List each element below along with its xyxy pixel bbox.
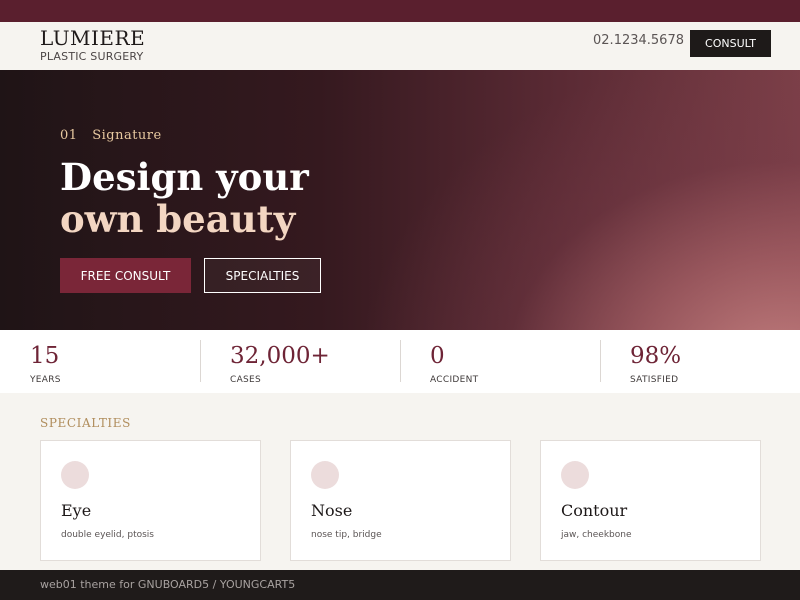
contour-icon	[561, 461, 589, 489]
site-footer: web01 theme for GNUBOARD5 / YOUNGCART5	[0, 570, 800, 600]
card-description: double eyelid, ptosis	[61, 530, 154, 540]
hero-eyebrow-number: 01	[60, 128, 78, 143]
top-accent-bar	[0, 0, 800, 22]
stat-label: SATISFIED	[630, 375, 679, 385]
stat-satisfied: 98% SATISFIED	[600, 340, 800, 385]
nose-icon	[311, 461, 339, 489]
stat-label: CASES	[230, 375, 262, 385]
eye-icon	[61, 461, 89, 489]
brand-logo[interactable]: LUMIERE	[40, 26, 145, 50]
stat-accident: 0 ACCIDENT	[400, 340, 600, 385]
stat-value: 98%	[630, 343, 682, 369]
phone-number[interactable]: 02.1234.5678	[593, 33, 684, 48]
card-title: Nose	[311, 501, 353, 520]
stat-cases: 32,000+ CASES	[200, 340, 400, 385]
specialties-button[interactable]: SPECIALTIES	[204, 258, 321, 293]
site-header: LUMIERE PLASTIC SURGERY 02.1234.5678 CON…	[0, 22, 800, 70]
brand-subtitle: PLASTIC SURGERY	[40, 50, 144, 63]
stat-label: ACCIDENT	[430, 375, 479, 385]
specialties-heading: SPECIALTIES	[40, 416, 131, 430]
free-consult-button[interactable]: FREE CONSULT	[60, 258, 191, 293]
stat-years: 15 YEARS	[0, 340, 200, 385]
hero-banner: 01 Signature Design your own beauty FREE…	[0, 70, 800, 330]
stats-bar: 15 YEARS 32,000+ CASES 0 ACCIDENT 98% SA…	[0, 330, 800, 393]
card-description: nose tip, bridge	[311, 530, 382, 540]
stat-label: YEARS	[30, 375, 61, 385]
card-description: jaw, cheekbone	[561, 530, 632, 540]
stat-value: 32,000+	[230, 343, 330, 369]
hero-title: Design your own beauty	[60, 156, 309, 240]
consult-button[interactable]: CONSULT	[690, 30, 771, 57]
specialty-card-contour[interactable]: Contour jaw, cheekbone	[540, 440, 761, 561]
footer-text: web01 theme for GNUBOARD5 / YOUNGCART5	[40, 578, 296, 591]
hero-eyebrow-text: Signature	[92, 128, 162, 143]
card-title: Contour	[561, 501, 628, 520]
hero-eyebrow: 01 Signature	[60, 128, 162, 143]
hero-title-line1: Design your	[60, 155, 309, 199]
hero-title-line2: own beauty	[60, 197, 296, 241]
stat-value: 0	[430, 343, 445, 369]
stat-value: 15	[30, 343, 60, 369]
card-title: Eye	[61, 501, 92, 520]
specialty-card-eye[interactable]: Eye double eyelid, ptosis	[40, 440, 261, 561]
specialty-card-nose[interactable]: Nose nose tip, bridge	[290, 440, 511, 561]
